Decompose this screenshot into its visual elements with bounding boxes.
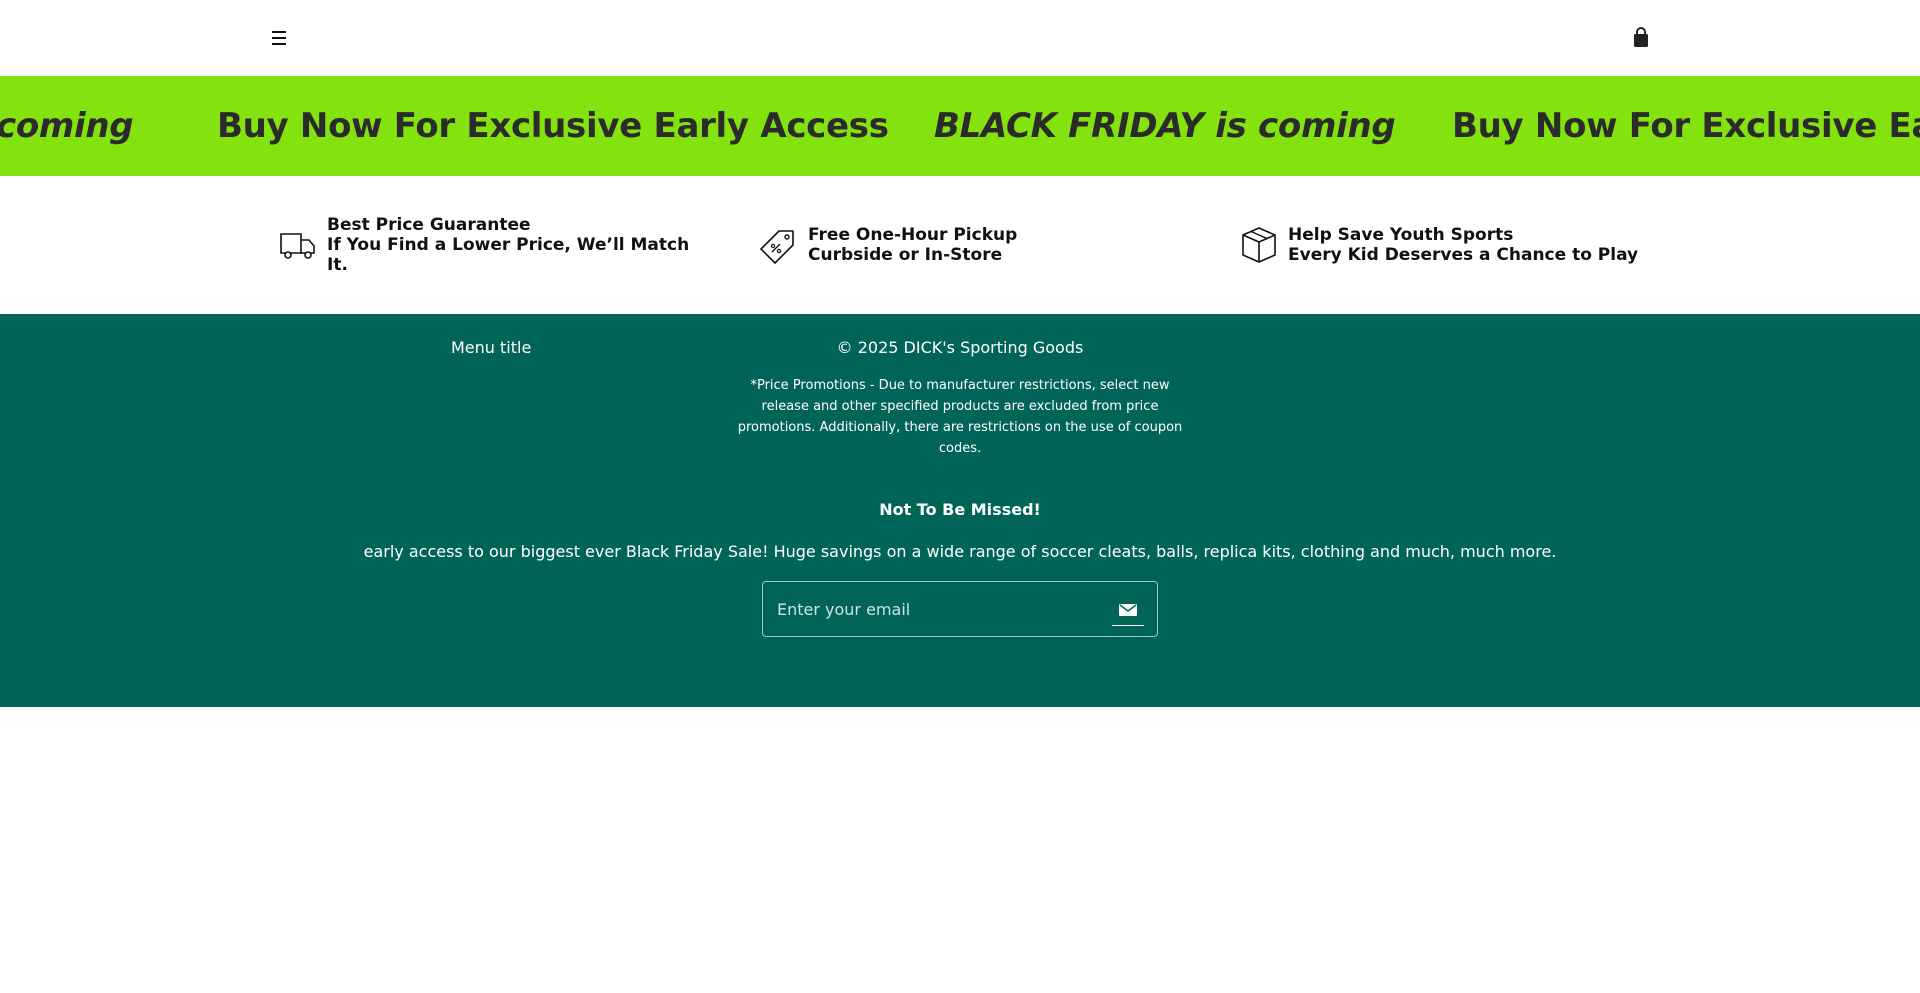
email-input[interactable] (777, 582, 1097, 636)
footer-menu-title: Menu title (451, 338, 532, 357)
announcement-marquee: coming Buy Now For Exclusive Early Acces… (0, 76, 1920, 176)
menu-button[interactable] (268, 26, 292, 50)
feature-subtitle: Every Kid Deserves a Chance to Play (1288, 245, 1639, 265)
price-tag-icon (760, 230, 794, 264)
price-promotions-disclaimer: *Price Promotions - Due to manufacturer … (737, 378, 1183, 456)
box-icon (1242, 227, 1276, 263)
copyright-text: © 2025 DICK's Sporting Goods (836, 338, 1084, 357)
newsletter-form (762, 581, 1158, 637)
feature-subtitle: Curbside or In-Store (808, 245, 1003, 265)
feature-title: Help Save Youth Sports (1288, 225, 1514, 245)
features-bar: Best Price Guarantee If You Find a Lower… (0, 176, 1920, 314)
marquee-track: coming Buy Now For Exclusive Early Acces… (0, 76, 1920, 176)
marquee-item: Buy Now For Exclusive Early Access (217, 106, 889, 146)
cart-button[interactable] (1630, 26, 1652, 50)
marquee-item: Buy Now For Exclusive Ear (1452, 106, 1920, 146)
envelope-icon (1119, 603, 1137, 616)
site-footer: Menu title © 2025 DICK's Sporting Goods … (0, 314, 1920, 707)
feature-pickup: Free One-Hour Pickup Curbside or In-Stor… (759, 176, 1017, 314)
feature-youth-sports: Help Save Youth Sports Every Kid Deserve… (1239, 176, 1638, 314)
feature-title: Best Price Guarantee (327, 215, 531, 235)
feature-title: Free One-Hour Pickup (808, 225, 1018, 245)
feature-subtitle: If You Find a Lower Price, We’ll Match (327, 235, 690, 255)
subscribe-button[interactable] (1112, 594, 1144, 626)
feature-price-guarantee: Best Price Guarantee If You Find a Lower… (278, 176, 689, 314)
newsletter-text: early access to our biggest ever Black F… (363, 542, 1557, 561)
hamburger-icon (272, 31, 286, 33)
feature-subtitle-cont: It. (327, 255, 348, 275)
marquee-item: coming (0, 106, 134, 146)
site-header (0, 0, 1920, 76)
shopping-bag-icon (1634, 27, 1648, 47)
delivery-truck-icon (280, 233, 315, 259)
hamburger-icon-line (272, 43, 286, 45)
hamburger-icon-line (272, 37, 286, 39)
marquee-item: BLACK FRIDAY is coming (934, 106, 1396, 146)
newsletter-title: Not To Be Missed! (879, 500, 1041, 519)
